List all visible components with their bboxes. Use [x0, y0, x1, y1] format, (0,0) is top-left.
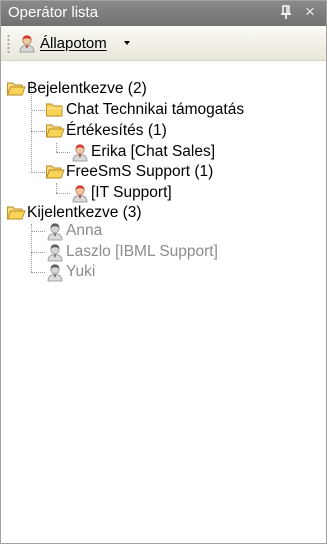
- tree-connector: [31, 131, 45, 132]
- operator-avatar-icon: [17, 33, 37, 57]
- panel-titlebar: Operátor lista ×: [1, 1, 326, 26]
- tree-connector: [31, 110, 45, 111]
- tree-connector: [31, 252, 45, 253]
- folder-open-icon: [45, 162, 65, 182]
- tree-operator-label: Yuki: [66, 263, 96, 280]
- operator-online-icon: [70, 142, 90, 162]
- folder-open-icon: [6, 203, 26, 223]
- tree-connector: [56, 152, 70, 153]
- operator-offline-icon: [45, 221, 65, 241]
- panel-title: Operátor lista: [8, 4, 99, 21]
- tree-connector: [56, 183, 57, 193]
- my-status-label: Állapotom: [40, 35, 107, 52]
- pin-icon[interactable]: [279, 3, 293, 21]
- folder-icon: [45, 100, 65, 120]
- tree-operator-label: Laszlo [IBML Support]: [66, 243, 218, 260]
- operator-offline-icon: [45, 242, 65, 262]
- folder-open-icon: [45, 121, 65, 141]
- chevron-down-icon: [124, 41, 130, 45]
- tree-folder-label: Értékesítés (1): [66, 122, 167, 139]
- operator-list-panel: Operátor lista × Állapotom Bejelentkezve…: [0, 0, 327, 544]
- operator-tree: Bejelentkezve (2) Chat Technikai támogat…: [1, 61, 326, 543]
- tree-connector: [31, 231, 45, 232]
- operator-offline-icon: [45, 262, 65, 282]
- tree-operator-label: Anna: [66, 222, 103, 239]
- tree-folder-label: Chat Technikai támogatás: [66, 101, 245, 118]
- tree-group-label: Kijelentkezve (3): [27, 204, 142, 221]
- tree-connector: [31, 272, 45, 273]
- tree-operator-label: [IT Support]: [91, 184, 172, 201]
- tree-connector: [31, 172, 45, 173]
- tree-group-label: Bejelentkezve (2): [27, 80, 147, 97]
- operator-online-icon: [70, 183, 90, 203]
- tree-connector: [31, 131, 32, 173]
- toolbar: Állapotom: [1, 26, 326, 61]
- tree-operator-label: Erika [Chat Sales]: [91, 143, 216, 160]
- toolbar-grip[interactable]: [7, 34, 10, 54]
- tree-connector: [56, 143, 57, 152]
- folder-open-icon: [6, 79, 26, 99]
- close-icon[interactable]: ×: [302, 2, 318, 22]
- my-status-dropdown-button[interactable]: Állapotom: [15, 29, 165, 57]
- tree-folder-label: FreeSmS Support (1): [66, 163, 214, 180]
- tree-connector: [56, 193, 70, 194]
